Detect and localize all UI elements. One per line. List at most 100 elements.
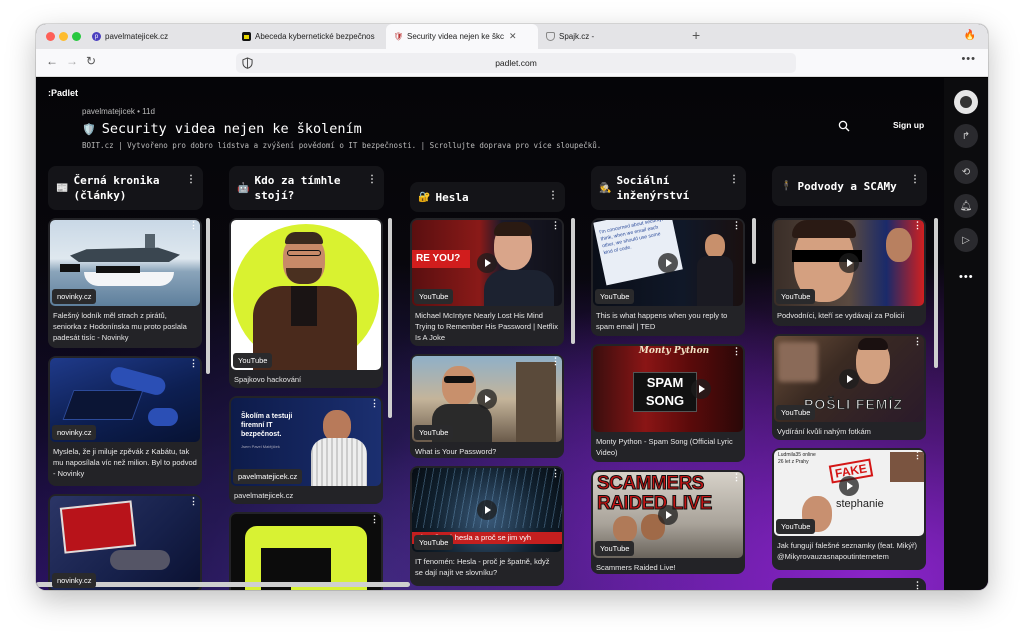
post-menu-icon[interactable]: ⋮ xyxy=(370,398,379,409)
post-thumbnail: RE YOU? YouTube xyxy=(412,220,562,306)
navigation-bar: ← → ↻ padlet.com ••• xyxy=(36,49,988,77)
minimize-window-button[interactable] xyxy=(59,32,68,41)
profile-avatar[interactable] xyxy=(954,90,978,114)
post-card[interactable]: ⋮ novinky.cz Falešný lodník měl strach z… xyxy=(48,218,202,348)
more-menu-icon[interactable]: ••• xyxy=(961,53,976,65)
shield-emoji-icon: 🛡️ xyxy=(82,122,96,136)
browser-tab-active[interactable]: 🛡 Security videa nejen ke škc ✕ xyxy=(386,24,538,49)
forward-arrow-icon[interactable]: → xyxy=(66,54,78,68)
post-card[interactable]: ⋮ xyxy=(229,512,383,590)
post-menu-icon[interactable]: ⋮ xyxy=(189,220,198,231)
post-menu-icon[interactable]: ⋮ xyxy=(189,358,198,369)
post-source-badge: YouTube xyxy=(776,519,816,534)
post-card[interactable]: ⋮ xyxy=(772,578,926,590)
post-menu-icon[interactable]: ⋮ xyxy=(913,220,922,231)
play-button-icon[interactable] xyxy=(477,500,497,520)
browser-tab[interactable]: p pavelmatejicek.cz xyxy=(84,24,234,49)
column-scrollbar[interactable] xyxy=(934,218,938,368)
play-button-icon[interactable] xyxy=(691,379,711,399)
post-menu-icon[interactable]: ⋮ xyxy=(189,496,198,507)
close-tab-icon[interactable]: ✕ xyxy=(509,31,517,42)
play-button-icon[interactable] xyxy=(477,253,497,273)
post-menu-icon[interactable]: ⋮ xyxy=(913,336,922,347)
post-menu-icon[interactable]: ⋮ xyxy=(732,346,741,357)
shield-favicon-icon: 🛡 xyxy=(393,32,404,41)
zoom-window-button[interactable] xyxy=(72,32,81,41)
play-button-icon[interactable] xyxy=(658,253,678,273)
reload-icon[interactable]: ↻ xyxy=(86,54,96,68)
post-card[interactable]: ⋮ novinky.cz xyxy=(48,494,202,590)
post-menu-icon[interactable]: ⋮ xyxy=(551,468,560,479)
column-scrollbar[interactable] xyxy=(388,218,392,418)
post-caption: Spajkovo hackování xyxy=(234,375,302,384)
tab-label: Security videa nejen ke škc xyxy=(407,32,504,41)
new-tab-icon[interactable]: + xyxy=(692,27,700,43)
column-scrollbar[interactable] xyxy=(571,218,575,344)
play-button-icon[interactable] xyxy=(477,389,497,409)
column-header: 🕵 Sociální inženýrství ⋮ xyxy=(591,166,746,210)
post-thumbnail: Školím a testuji firemní IT bezpečnost. … xyxy=(231,398,381,486)
post-menu-icon[interactable]: ⋮ xyxy=(913,450,922,461)
more-options-icon[interactable]: ••• xyxy=(959,271,974,283)
notifications-button[interactable]: 🔔︎ xyxy=(954,194,978,218)
sign-up-button[interactable]: Sign up xyxy=(893,120,924,130)
post-card[interactable]: ⋮ novinky.cz Myslela, že ji miluje zpěvá… xyxy=(48,356,202,486)
man-in-suit-icon: 🕴 xyxy=(780,180,793,192)
post-card[interactable]: ⋮ Školím a testuji firemní IT bezpečnost… xyxy=(229,396,383,504)
column-menu-icon[interactable]: ⋮ xyxy=(548,188,558,203)
column-title: Podvody a SCAMy xyxy=(797,179,897,193)
post-card[interactable]: ⋮ RE YOU? YouTube Michael McIntyre Nearl… xyxy=(410,218,564,346)
post-card[interactable]: ⋮ Slovníková hesla a proč se jim vyh You… xyxy=(410,466,564,586)
post-menu-icon[interactable]: ⋮ xyxy=(551,356,560,367)
post-caption: Michael McIntyre Nearly Lost His Mind Tr… xyxy=(415,311,558,342)
browser-tab[interactable]: Spajk.cz - xyxy=(538,24,688,49)
post-menu-icon[interactable]: ⋮ xyxy=(551,220,560,231)
remake-button[interactable]: ⟲ xyxy=(954,160,978,184)
column-header: 📰 Černá kronika (články) ⋮ xyxy=(48,166,203,210)
address-bar[interactable]: padlet.com xyxy=(236,53,796,73)
search-icon[interactable] xyxy=(838,120,850,132)
column-cerna-kronika: 📰 Černá kronika (články) ⋮ ⋮ novinky.cz … xyxy=(48,166,203,590)
browser-tab[interactable]: Abeceda kybernetické bezpečnos xyxy=(234,24,384,49)
play-button-icon[interactable] xyxy=(658,505,678,525)
column-menu-icon[interactable]: ⋮ xyxy=(729,172,739,187)
column-podvody-a-scamy: 🕴 Podvody a SCAMy ⋮ ⋮ YouTube Podvodníci… xyxy=(772,166,927,590)
thumbnail-overlay-text: SPAM SONG xyxy=(633,372,697,412)
post-card[interactable]: ⋮ SCAMMERS RAIDED LIVE YouTube Scammers … xyxy=(591,470,745,574)
remake-icon: ⟲ xyxy=(961,166,971,178)
post-menu-icon[interactable]: ⋮ xyxy=(913,580,922,590)
post-menu-icon[interactable]: ⋮ xyxy=(732,472,741,483)
play-button-icon[interactable] xyxy=(839,476,859,497)
post-card[interactable]: ⋮ Monty Python SPAM SONG Monty Python - … xyxy=(591,344,745,462)
share-button[interactable]: ↱ xyxy=(954,124,978,148)
post-card[interactable]: ⋮ Ludmila35 online 26 let z Prahy FAKE s… xyxy=(772,448,926,570)
column-menu-icon[interactable]: ⋮ xyxy=(186,172,196,187)
slideshow-button[interactable]: ▷ xyxy=(954,228,978,252)
robot-icon: 🤖 xyxy=(237,182,250,194)
play-button-icon[interactable] xyxy=(839,253,859,273)
post-card[interactable]: ⋮ YouTube Podvodníci, kteří se vydávají … xyxy=(772,218,926,326)
column-scrollbar[interactable] xyxy=(752,218,756,264)
play-button-icon[interactable] xyxy=(839,369,859,389)
padlet-logo[interactable]: :Padlet xyxy=(48,88,78,98)
post-menu-icon[interactable]: ⋮ xyxy=(732,220,741,231)
thumbnail-overlay-text: POŠLI FEMÍZ xyxy=(804,396,903,413)
post-card[interactable]: ⋮ YouTube Spajkovo hackování xyxy=(229,218,383,388)
post-source-badge: YouTube xyxy=(595,289,635,304)
column-kdo-za-timhle-stoji: 🤖 Kdo za tímhle stojí? ⋮ ⋮ YouTube Spajk… xyxy=(229,166,384,590)
post-card[interactable]: ⋮ I'm concerned about security, think, w… xyxy=(591,218,745,336)
back-arrow-icon[interactable]: ← xyxy=(46,54,58,68)
post-card[interactable]: ⋮ POŠLI FEMÍZ YouTube Vydírání kvůli nah… xyxy=(772,334,926,440)
close-window-button[interactable] xyxy=(46,32,55,41)
flame-icon[interactable]: 🔥 xyxy=(964,30,976,41)
post-caption: Falešný lodník měl strach z pirátů, seni… xyxy=(53,311,187,342)
board-subtitle: BOIT.cz | Vytvořeno pro dobro lidstva a … xyxy=(82,141,602,150)
post-thumbnail: novinky.cz xyxy=(50,496,200,590)
post-menu-icon[interactable]: ⋮ xyxy=(370,514,379,525)
post-card[interactable]: ⋮ YouTube What is Your Password? xyxy=(410,354,564,458)
post-menu-icon[interactable]: ⋮ xyxy=(370,220,379,231)
post-thumbnail: I'm concerned about security, think, whe… xyxy=(593,220,743,306)
column-menu-icon[interactable]: ⋮ xyxy=(910,172,920,187)
column-menu-icon[interactable]: ⋮ xyxy=(367,172,377,187)
column-scrollbar[interactable] xyxy=(206,218,210,374)
